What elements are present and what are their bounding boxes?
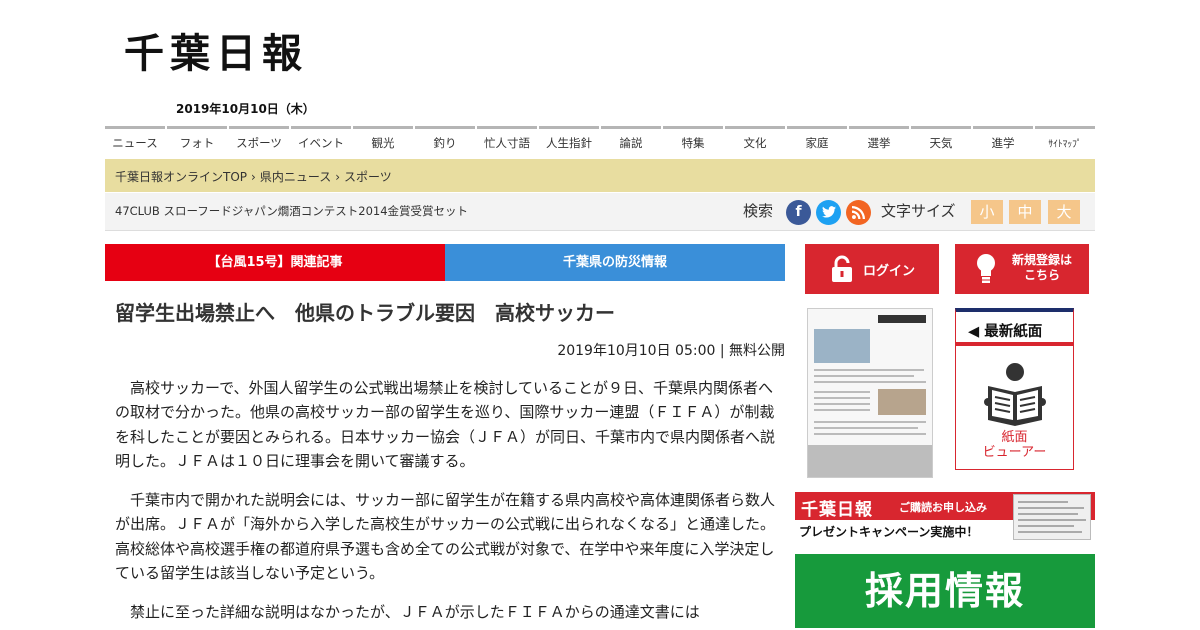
breadcrumb-top[interactable]: 千葉日報オンラインTOP (115, 170, 247, 184)
site-logo[interactable]: 千葉日報 (124, 30, 308, 78)
nav-item-fishing[interactable]: 釣り (415, 126, 475, 154)
info-bar: 47CLUB スローフードジャパン燗酒コンテスト2014金賞受賞セット 検索 f… (105, 193, 1095, 231)
ad-logo: 千葉日報 (801, 500, 873, 520)
nav-item-event[interactable]: イベント (291, 126, 351, 154)
nav-item-tourism[interactable]: 観光 (353, 126, 413, 154)
breadcrumb-separator: › (335, 170, 341, 184)
nav-item-weather[interactable]: 天気 (911, 126, 971, 154)
latest-edition-box[interactable]: ◀ 最新紙面 紙面 ビューアー (955, 308, 1074, 470)
breadcrumb: 千葉日報オンラインTOP › 県内ニュース › スポーツ (105, 159, 1095, 192)
breadcrumb-separator: › (251, 170, 256, 184)
newspaper-thumbnail[interactable] (807, 308, 933, 478)
article-body: 高校サッカーで、外国人留学生の公式戦出場禁止を検討していることが９日、千葉県内関… (115, 376, 775, 630)
font-size-label: 文字サイズ (881, 202, 956, 220)
lock-icon (831, 255, 853, 287)
nav-item-photo[interactable]: フォト (167, 126, 227, 154)
font-size-medium-button[interactable]: 中 (1009, 200, 1041, 224)
ad-newspaper-image (1013, 494, 1091, 540)
main-nav: ニュース フォト スポーツ イベント 観光 釣り 忙人寸語 人生指針 論説 特集… (105, 126, 1095, 154)
nav-item-life-guide[interactable]: 人生指針 (539, 126, 599, 154)
ad-apply-text: ご購読お申し込み (899, 501, 987, 514)
typhoon-articles-banner[interactable]: 【台風15号】関連記事 (105, 244, 445, 281)
current-date: 2019年10月10日（木） (176, 102, 315, 116)
nav-item-feature[interactable]: 特集 (663, 126, 723, 154)
breadcrumb-local-news[interactable]: 県内ニュース (260, 170, 331, 184)
article-paragraph: 高校サッカーで、外国人留学生の公式戦出場禁止を検討していることが９日、千葉県内関… (115, 379, 776, 470)
ad-campaign-text: プレゼントキャンペーン実施中！ (799, 525, 979, 539)
viewer-label-line1: 紙面 (1001, 430, 1028, 445)
newspaper-reader-icon (984, 362, 1046, 430)
register-button[interactable]: 新規登録は こちら (955, 244, 1089, 294)
breadcrumb-sports[interactable]: スポーツ (344, 170, 392, 184)
nav-item-culture[interactable]: 文化 (725, 126, 785, 154)
nav-item-editorial[interactable]: 論説 (601, 126, 661, 154)
nav-item-news[interactable]: ニュース (105, 126, 165, 154)
lightbulb-icon (975, 253, 997, 289)
font-size-large-button[interactable]: 大 (1048, 200, 1080, 224)
login-label: ログイン (863, 264, 916, 279)
font-size-small-button[interactable]: 小 (971, 200, 1003, 224)
rss-icon[interactable] (846, 200, 871, 225)
disaster-info-banner[interactable]: 千葉県の防災情報 (445, 244, 785, 281)
nav-item-sitemap[interactable]: ｻｲﾄﾏｯﾌﾟ (1035, 126, 1095, 154)
search-link[interactable]: 検索 (743, 200, 773, 221)
nav-item-sports[interactable]: スポーツ (229, 126, 289, 154)
promo-link[interactable]: 47CLUB スローフードジャパン燗酒コンテスト2014金賞受賞セット (115, 203, 468, 219)
twitter-icon[interactable] (816, 200, 841, 225)
nav-item-education[interactable]: 進学 (973, 126, 1033, 154)
nav-item-election[interactable]: 選挙 (849, 126, 909, 154)
facebook-icon[interactable]: f (786, 200, 811, 225)
register-label: 新規登録は こちら (1011, 253, 1072, 282)
nav-item-home[interactable]: 家庭 (787, 126, 847, 154)
article-meta: 2019年10月10日 05:00 | 無料公開 (557, 343, 785, 359)
article-headline: 留学生出場禁止へ 他県のトラブル要因 高校サッカー (115, 301, 615, 325)
viewer-label-line2: ビューアー (982, 445, 1047, 460)
recruitment-banner[interactable]: 採用情報 (795, 554, 1095, 628)
login-button[interactable]: ログイン (805, 244, 939, 294)
latest-edition-title: ◀ 最新紙面 (956, 312, 1073, 346)
article-paragraph: 千葉市内で開かれた説明会には、サッカー部に留学生が在籍する県内高校や高体連関係者… (115, 491, 776, 583)
viewer-label: 紙面 ビューアー (956, 430, 1073, 460)
nav-item-column[interactable]: 忙人寸語 (477, 126, 537, 154)
article-paragraph: 禁止に至った詳細な説明はなかったが、ＪＦＡが示したＦＩＦＡからの通達文書には (130, 603, 700, 622)
subscription-ad[interactable]: 千葉日報 ご購読お申し込み プレゼントキャンペーン実施中！ (795, 492, 1095, 542)
